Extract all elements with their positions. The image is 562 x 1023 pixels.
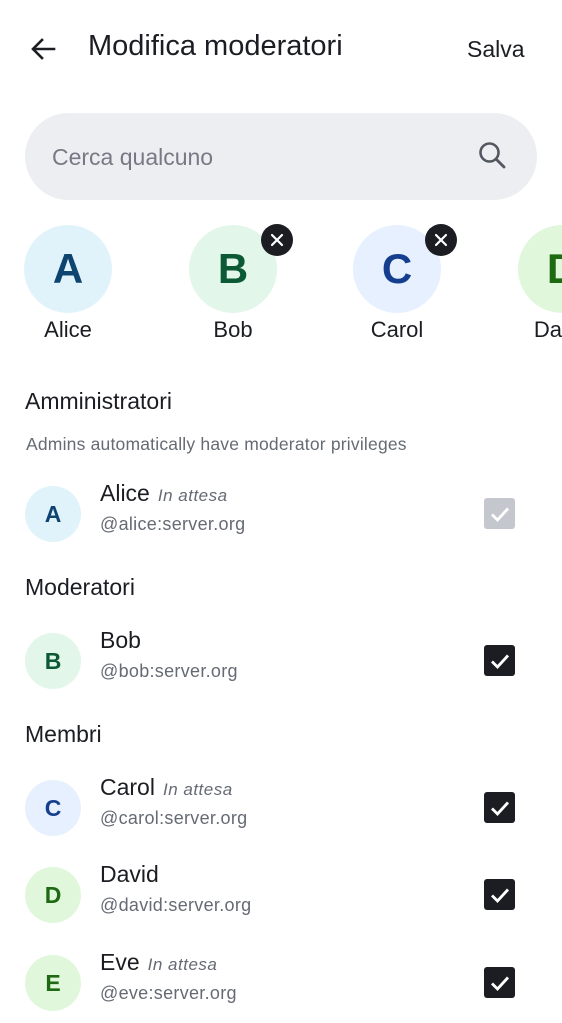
member-name: David: [100, 861, 159, 887]
member-handle: @bob:server.org: [100, 661, 238, 681]
member-handle: @alice:server.org: [100, 514, 246, 534]
selected-user-chip[interactable]: B Bob: [173, 224, 293, 349]
remove-user-button[interactable]: [261, 224, 293, 256]
member-handle: @carol:server.org: [100, 808, 248, 828]
avatar: B: [25, 633, 81, 689]
selected-user-name: Alice: [44, 317, 92, 342]
avatar: A: [25, 486, 81, 542]
selected-user-name: Carol: [370, 317, 424, 342]
section-title-admins: Amministratori: [25, 388, 172, 414]
close-icon: [434, 233, 448, 247]
moderator-checkbox[interactable]: [484, 792, 515, 823]
section-subtitle-admins: Admins automatically have moderator priv…: [26, 434, 407, 454]
member-name: Carol In attesa: [100, 774, 233, 800]
member-name: Bob: [100, 627, 141, 653]
check-icon: [490, 976, 509, 991]
check-icon: [490, 888, 509, 903]
selected-user-chip[interactable]: D David: [502, 224, 562, 349]
moderator-checkbox[interactable]: [484, 498, 515, 529]
search-icon[interactable]: [476, 139, 508, 171]
avatar: D: [25, 867, 81, 923]
selected-user-name: Bob: [213, 317, 253, 342]
status-badge: In attesa: [147, 955, 218, 974]
member-name: Alice In attesa: [100, 480, 228, 506]
list-item[interactable]: C Carol In attesa @carol:server.org: [0, 768, 562, 848]
avatar: E: [25, 955, 81, 1011]
list-item[interactable]: A Alice In attesa @alice:server.org: [0, 474, 562, 554]
remove-user-button[interactable]: [425, 224, 457, 256]
close-icon: [270, 233, 284, 247]
member-handle: @david:server.org: [100, 895, 252, 915]
member-name: Eve In attesa: [100, 949, 218, 975]
selected-user-name: David: [533, 317, 562, 342]
status-badge: In attesa: [157, 486, 228, 505]
list-item[interactable]: E Eve In attesa @eve:server.org: [0, 943, 562, 1023]
moderator-checkbox[interactable]: [484, 967, 515, 998]
save-button[interactable]: Salva: [467, 36, 525, 63]
arrow-left-icon[interactable]: [27, 33, 59, 65]
avatar: C: [25, 780, 81, 836]
section-title-members: Membri: [25, 721, 102, 747]
search-input[interactable]: [50, 139, 474, 175]
check-icon: [490, 654, 509, 669]
check-icon: [490, 801, 509, 816]
selected-user-chip[interactable]: C Carol: [337, 224, 457, 349]
member-handle: @eve:server.org: [100, 983, 237, 1003]
list-item[interactable]: D David @david:server.org: [0, 855, 562, 935]
page-title: Modifica moderatori: [88, 30, 343, 62]
moderator-checkbox[interactable]: [484, 645, 515, 676]
section-title-moderators: Moderatori: [25, 574, 135, 600]
status-badge: In attesa: [162, 780, 233, 799]
selected-user-chip[interactable]: A Alice: [8, 224, 128, 349]
selected-users-strip: A Alice B Bob C Carol D David: [0, 224, 562, 354]
moderator-checkbox[interactable]: [484, 879, 515, 910]
avatar: A: [24, 225, 112, 313]
check-icon: [490, 507, 509, 522]
avatar: D: [518, 225, 562, 313]
search-bar[interactable]: [25, 113, 537, 200]
top-app-bar: Modifica moderatori Salva: [0, 0, 562, 100]
list-item[interactable]: B Bob @bob:server.org: [0, 621, 562, 701]
